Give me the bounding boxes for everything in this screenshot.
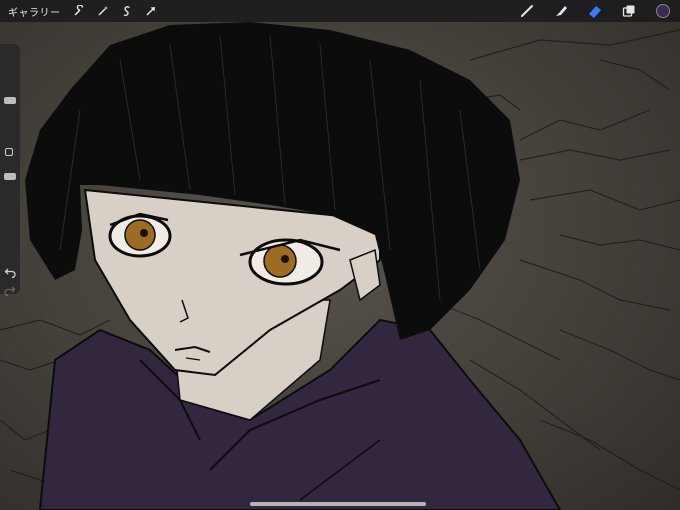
brush-size-thumb[interactable]	[4, 97, 16, 104]
current-color-swatch	[656, 4, 670, 18]
layers-icon[interactable]	[612, 0, 646, 22]
left-sidebar	[0, 44, 20, 296]
left-pupil	[140, 229, 148, 237]
right-iris	[263, 244, 297, 278]
transform-arrow-icon[interactable]	[139, 0, 163, 22]
selection-icon[interactable]	[115, 0, 139, 22]
left-iris	[124, 219, 156, 251]
magic-wand-icon[interactable]	[91, 0, 115, 22]
eraser-icon[interactable]	[578, 0, 612, 22]
redo-icon[interactable]	[4, 284, 16, 296]
home-indicator	[250, 502, 426, 506]
wrench-icon[interactable]	[67, 0, 91, 22]
gallery-button[interactable]: ギャラリー	[8, 4, 61, 19]
opacity-thumb[interactable]	[4, 173, 16, 180]
actions-group	[67, 0, 163, 22]
tools-group	[510, 0, 680, 22]
modify-button[interactable]	[5, 148, 13, 156]
drawing-canvas[interactable]	[0, 0, 680, 510]
color-picker-button[interactable]	[646, 0, 680, 22]
brush-size-slider[interactable]	[3, 50, 17, 138]
smudge-icon[interactable]	[544, 0, 578, 22]
top-toolbar: ギャラリー	[0, 0, 680, 22]
brush-icon[interactable]	[510, 0, 544, 22]
opacity-slider[interactable]	[3, 164, 17, 254]
undo-icon[interactable]	[4, 266, 16, 278]
right-pupil	[281, 255, 289, 263]
